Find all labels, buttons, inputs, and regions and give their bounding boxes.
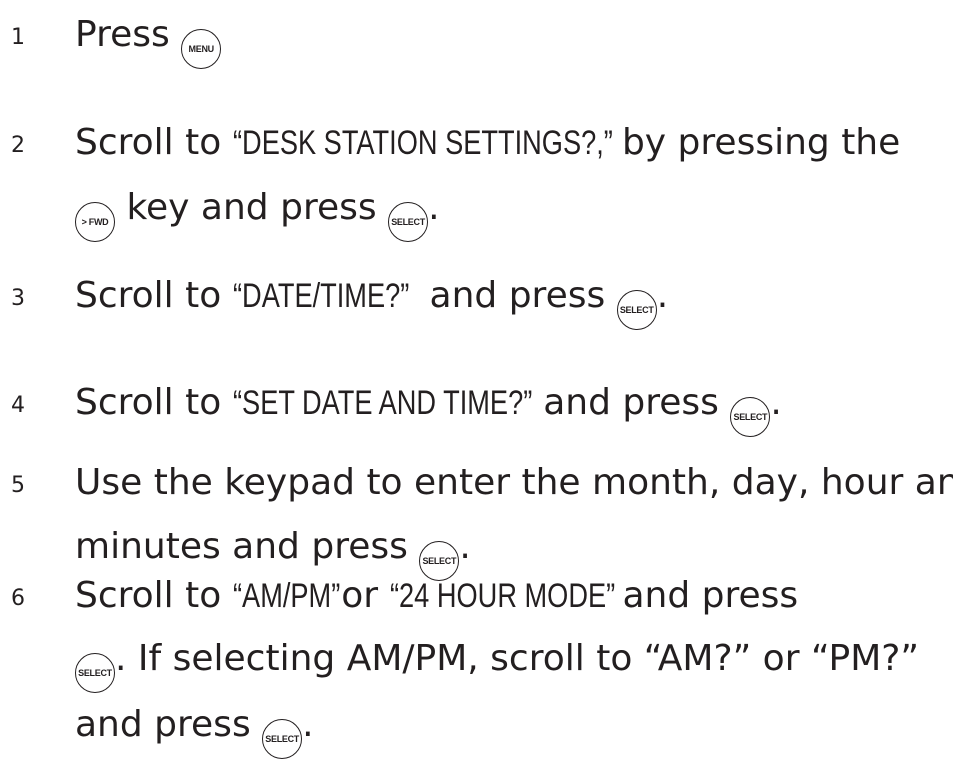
step-text-part: and press: [418, 275, 606, 316]
step-text-part: Scroll to: [75, 575, 233, 616]
step-text-part: minutes and press: [75, 526, 408, 567]
display-text-quote: “SET DATE AND TIME?”: [232, 384, 532, 422]
key-label: SELECT: [391, 217, 425, 227]
step-text-part: Use the keypad to enter the month, day, …: [75, 462, 953, 503]
select-key-icon: SELECT: [75, 653, 115, 693]
key-label: SELECT: [265, 734, 300, 744]
step-text-part: .: [428, 187, 440, 228]
step-text-part: . If selecting AM/PM, scroll to “AM?” or…: [115, 638, 920, 679]
step-number: 4: [11, 393, 25, 418]
step-number: 3: [11, 286, 25, 311]
display-text-quote: “AM/PM”: [232, 577, 340, 615]
select-key-icon: SELECT: [730, 397, 771, 437]
step-text: Press MENU: [75, 13, 222, 69]
step-text: and press SELECT.: [75, 703, 314, 759]
step-text-part: and press: [611, 575, 799, 616]
step-text-part: .: [656, 275, 669, 316]
step-number: 5: [11, 473, 25, 498]
display-text-quote: “DATE/TIME?”: [232, 277, 410, 315]
select-key-icon: SELECT: [262, 719, 303, 759]
step-number: 6: [11, 586, 25, 611]
step-text: Scroll to “DESK STATION SETTINGS?,” by p…: [75, 121, 900, 165]
display-text-quote: “DESK STATION SETTINGS?,”: [232, 124, 613, 162]
step-text-part: Press: [75, 14, 170, 55]
step-text-part: Scroll to: [75, 382, 233, 423]
key-label: SELECT: [619, 305, 654, 315]
step-text-part: .: [770, 382, 782, 423]
step-text-part: Scroll to: [75, 275, 233, 316]
step-text-part: key and press: [126, 187, 377, 228]
fwd-key-icon: > FWD: [75, 202, 115, 242]
step-text: SELECT. If selecting AM/PM, scroll to “A…: [75, 637, 919, 693]
display-text-quote: “24 HOUR MODE”: [389, 577, 615, 615]
step-text-part: .: [302, 704, 314, 745]
step-text: Scroll to “DATE/TIME?” and press SELECT.: [75, 274, 668, 330]
step-text-part: .: [459, 526, 471, 567]
key-label: MENU: [188, 44, 215, 54]
select-key-icon: SELECT: [388, 202, 429, 242]
step-number: 1: [11, 25, 25, 50]
step-text: minutes and press SELECT.: [75, 525, 471, 581]
step-text: Scroll to “AM/PM” or “24 HOUR MODE” and …: [75, 574, 798, 618]
step-text-part: and press: [531, 382, 719, 423]
step-text: Scroll to “SET DATE AND TIME?” and press…: [75, 381, 782, 437]
step-text: Use the keypad to enter the month, day, …: [75, 461, 953, 505]
step-number: 2: [11, 133, 25, 158]
select-key-icon: SELECT: [616, 290, 657, 330]
step-text-part: Scroll to: [75, 122, 233, 163]
step-text-part: by pressing the: [610, 122, 901, 163]
step-text: > FWD key and press SELECT.: [75, 186, 440, 242]
menu-key-icon: MENU: [181, 29, 222, 69]
key-label: SELECT: [78, 668, 112, 678]
key-label: > FWD: [81, 217, 109, 227]
step-text-part: and press: [75, 704, 251, 745]
key-label: SELECT: [733, 412, 768, 422]
